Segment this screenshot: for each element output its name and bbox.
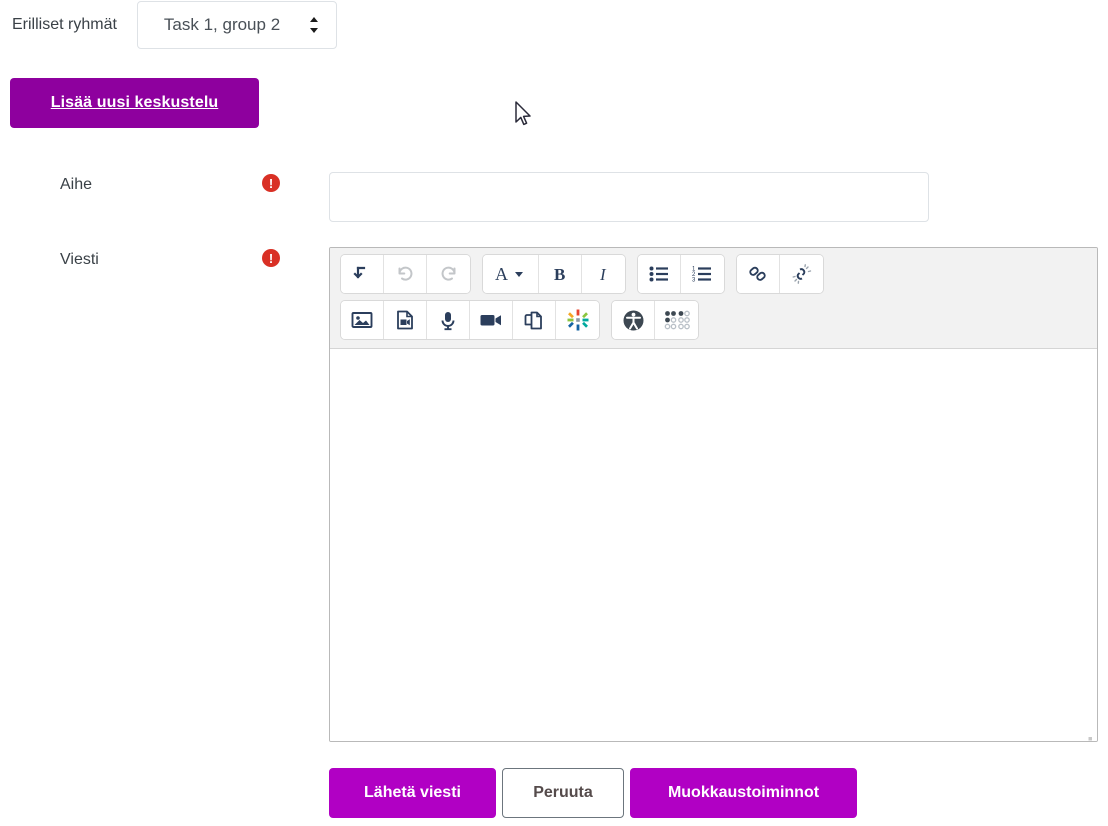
- redo-icon[interactable]: [427, 255, 470, 293]
- message-label: Viesti: [60, 251, 99, 268]
- microphone-icon[interactable]: [427, 301, 470, 339]
- media-file-icon[interactable]: [384, 301, 427, 339]
- subject-input[interactable]: [329, 172, 929, 222]
- toolbar-group-links: [736, 254, 824, 294]
- cancel-button[interactable]: Peruuta: [502, 768, 624, 818]
- undo-icon[interactable]: [384, 255, 427, 293]
- group-select[interactable]: Task 1, group 2: [136, 1, 337, 49]
- accessibility-checker-icon[interactable]: [612, 301, 655, 339]
- link-icon[interactable]: [737, 255, 780, 293]
- chevron-updown-icon: [308, 16, 320, 34]
- italic-icon[interactable]: I: [582, 255, 625, 293]
- page-root: Erilliset ryhmät Task 1, group 2 Lisää u…: [0, 0, 1108, 826]
- add-new-discussion-button[interactable]: Lisää uusi keskustelu: [10, 78, 259, 128]
- message-required-mark: !: [268, 250, 274, 266]
- subject-label: Aihe: [60, 176, 93, 193]
- manage-files-icon[interactable]: [513, 301, 556, 339]
- screenreader-helper-icon[interactable]: [655, 301, 698, 339]
- message-editor: A B I 1 2 3: [329, 247, 1098, 742]
- toolbar-group-history: [340, 254, 471, 294]
- submit-post-button[interactable]: Lähetä viesti: [329, 768, 496, 818]
- toolbar-group-lists: 1 2 3: [637, 254, 725, 294]
- form-action-buttons: Lähetä viesti Peruuta Muokkaustoiminnot: [329, 768, 857, 818]
- bold-icon[interactable]: B: [539, 255, 582, 293]
- unlink-icon[interactable]: [780, 255, 823, 293]
- editor-toolbar-row-1: A B I 1 2 3: [340, 254, 1087, 294]
- editor-toolbar-row-2: [340, 300, 1087, 340]
- image-icon[interactable]: [341, 301, 384, 339]
- show-more-buttons-icon[interactable]: [341, 255, 384, 293]
- resize-handle-icon[interactable]: [1079, 735, 1093, 741]
- svg-text:I: I: [599, 265, 607, 284]
- group-selector-row: Erilliset ryhmät Task 1, group 2: [0, 0, 337, 50]
- group-select-value: Task 1, group 2: [163, 15, 281, 34]
- subject-required-mark: !: [268, 175, 274, 191]
- font-style-icon[interactable]: A: [483, 255, 539, 293]
- toolbar-group-media: [340, 300, 600, 340]
- editor-toolbar: A B I 1 2 3: [330, 248, 1097, 349]
- video-camera-icon[interactable]: [470, 301, 513, 339]
- message-editor-content[interactable]: [330, 349, 1097, 741]
- svg-text:3: 3: [692, 278, 696, 283]
- mouse-pointer-icon: [513, 100, 533, 128]
- svg-text:B: B: [554, 265, 565, 284]
- advanced-editing-button[interactable]: Muokkaustoiminnot: [630, 768, 857, 818]
- h5p-icon[interactable]: [556, 301, 599, 339]
- toolbar-group-accessibility: [611, 300, 699, 340]
- toolbar-group-format: A B I: [482, 254, 626, 294]
- numbered-list-icon[interactable]: 1 2 3: [681, 255, 724, 293]
- group-selector-label: Erilliset ryhmät: [12, 16, 117, 33]
- message-required-icon: !: [262, 249, 280, 267]
- svg-text:A: A: [495, 264, 508, 284]
- bulleted-list-icon[interactable]: [638, 255, 681, 293]
- subject-required-icon: !: [262, 174, 280, 192]
